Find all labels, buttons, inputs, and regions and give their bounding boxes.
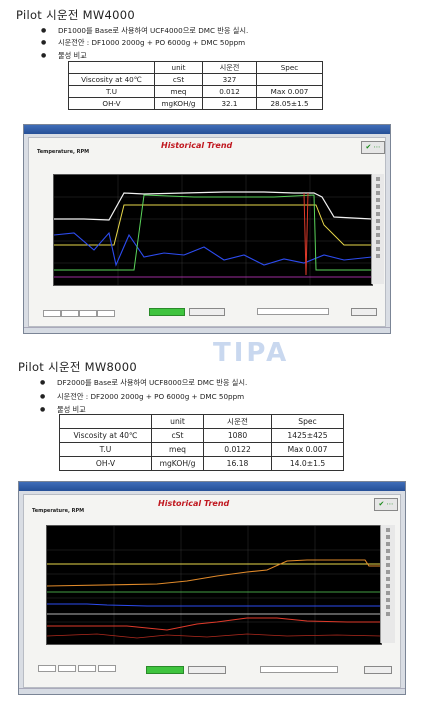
table-cell: Max 0.007	[271, 442, 344, 457]
table-row: OH-V mgKOH/g 32.1 28.05±1.5	[68, 97, 323, 110]
table-row: OH-V mgKOH/g 16.18 14.0±1.5	[59, 456, 344, 471]
historical-trend-screenshot-1: Historical Trend Temperature, RPM ✔ ⋯	[23, 124, 391, 334]
table-cell: T.U	[68, 85, 155, 98]
table-cell: OH-V	[59, 456, 152, 471]
table-cell: 16.18	[203, 456, 272, 471]
trend-title: Historical Trend	[161, 141, 233, 150]
trend-line-red-low	[46, 633, 382, 639]
section1-bullet-1: DF1000를 Base로 사용하여 UCF4000으로 DMC 반응 실시.	[41, 26, 248, 36]
section1-bullet-3: 물성 비교	[41, 51, 87, 61]
table-cell: meq	[151, 442, 204, 457]
section2-property-table: unit 시운전 Spec Viscosity at 40℃ cSt 1080 …	[59, 414, 344, 471]
watermark-logo: TIPA	[213, 338, 290, 368]
trend-panel: Historical Trend Temperature, RPM ✔ ⋯	[23, 494, 401, 688]
table-cell: Max 0.007	[256, 85, 323, 98]
time-control[interactable]	[79, 310, 97, 317]
table-header-row: unit 시운전 Spec	[68, 61, 323, 74]
section1-bullet-2: 시운전안 : DF1000 2000g + PO 6000g + DMC 50p…	[41, 38, 245, 48]
table-header-cell	[68, 61, 155, 74]
trend-chart	[46, 525, 382, 645]
table-cell: meq	[154, 85, 203, 98]
ok-check-button[interactable]: ✔ ⋯	[361, 141, 385, 154]
table-cell: 0.012	[202, 85, 257, 98]
table-cell: OH-V	[68, 97, 155, 110]
chart-side-toolbar[interactable]	[371, 174, 384, 284]
table-header-cell: Spec	[271, 414, 344, 429]
table-cell: Viscosity at 40℃	[68, 73, 155, 86]
table-cell: mgKOH/g	[154, 97, 203, 110]
section2-bullet-1: DF2000를 Base로 사용하여 UCF8000으로 DMC 반응 실시.	[40, 378, 247, 388]
trend-chart-plot	[46, 526, 382, 644]
time-control[interactable]	[58, 665, 76, 672]
trend-line-blue	[47, 603, 381, 607]
trend-line-green	[54, 194, 372, 271]
table-cell	[256, 73, 323, 86]
table-header-cell: 시운전	[202, 61, 257, 74]
window-titlebar	[19, 482, 405, 491]
table-row: T.U meq 0.012 Max 0.007	[68, 85, 323, 98]
realtime-button[interactable]	[149, 308, 185, 316]
time-control[interactable]	[61, 310, 79, 317]
table-cell: cSt	[151, 428, 204, 443]
trend-chart	[53, 174, 373, 286]
table-cell: cSt	[154, 73, 203, 86]
realtime-button[interactable]	[146, 666, 184, 674]
table-cell: 0.0122	[203, 442, 272, 457]
save-button[interactable]	[351, 308, 377, 316]
table-cell: Viscosity at 40℃	[59, 428, 152, 443]
save-button[interactable]	[364, 666, 392, 674]
os-taskbar	[24, 327, 390, 333]
table-header-cell: Spec	[256, 61, 323, 74]
table-cell: 1080	[203, 428, 272, 443]
time-control[interactable]	[78, 665, 96, 672]
section2-bullet-2: 시운전안 : DF2000 2000g + PO 6000g + DMC 50p…	[40, 392, 244, 402]
section2-title: Pilot 시운전 MW8000	[18, 360, 138, 374]
trend-line-red	[47, 617, 381, 631]
file-input[interactable]	[260, 666, 338, 673]
table-cell: 1425±425	[271, 428, 344, 443]
table-header-cell: unit	[154, 61, 203, 74]
time-control[interactable]	[43, 310, 61, 317]
time-control[interactable]	[97, 310, 115, 317]
trend-line-blue	[53, 231, 373, 267]
chart-side-toolbar[interactable]	[380, 525, 395, 643]
table-cell: 327	[202, 73, 257, 86]
section1-property-table: unit 시운전 Spec Viscosity at 40℃ cSt 327 T…	[68, 61, 323, 110]
file-input[interactable]	[257, 308, 329, 315]
trend-line-yellow	[54, 204, 372, 246]
table-cell: 32.1	[202, 97, 257, 110]
ok-check-button[interactable]: ✔ ⋯	[374, 498, 398, 511]
table-row: Viscosity at 40℃ cSt 1080 1425±425	[59, 428, 344, 443]
historical-trend-screenshot-2: Historical Trend Temperature, RPM ✔ ⋯	[18, 481, 406, 695]
table-header-cell: 시운전	[203, 414, 272, 429]
table-cell: T.U	[59, 442, 152, 457]
window-titlebar	[24, 125, 390, 134]
section1-title: Pilot 시운전 MW4000	[16, 8, 136, 22]
time-control[interactable]	[98, 665, 116, 672]
panel-label: Temperature, RPM	[37, 149, 90, 155]
historical-button[interactable]	[189, 308, 225, 316]
table-header-cell: unit	[151, 414, 204, 429]
trend-line-white	[54, 191, 373, 221]
table-header-cell	[59, 414, 152, 429]
historical-button[interactable]	[188, 666, 226, 674]
table-cell: 14.0±1.5	[271, 456, 344, 471]
os-taskbar	[19, 688, 405, 694]
table-cell: mgKOH/g	[151, 456, 204, 471]
panel-label: Temperature, RPM	[32, 508, 85, 514]
trend-chart-plot	[53, 175, 373, 285]
table-row: Viscosity at 40℃ cSt 327	[68, 73, 323, 86]
trend-title: Historical Trend	[158, 499, 230, 508]
table-cell: 28.05±1.5	[256, 97, 323, 110]
table-row: T.U meq 0.0122 Max 0.007	[59, 442, 344, 457]
time-control[interactable]	[38, 665, 56, 672]
table-header-row: unit 시운전 Spec	[59, 414, 344, 429]
trend-panel: Historical Trend Temperature, RPM ✔ ⋯	[28, 137, 386, 327]
